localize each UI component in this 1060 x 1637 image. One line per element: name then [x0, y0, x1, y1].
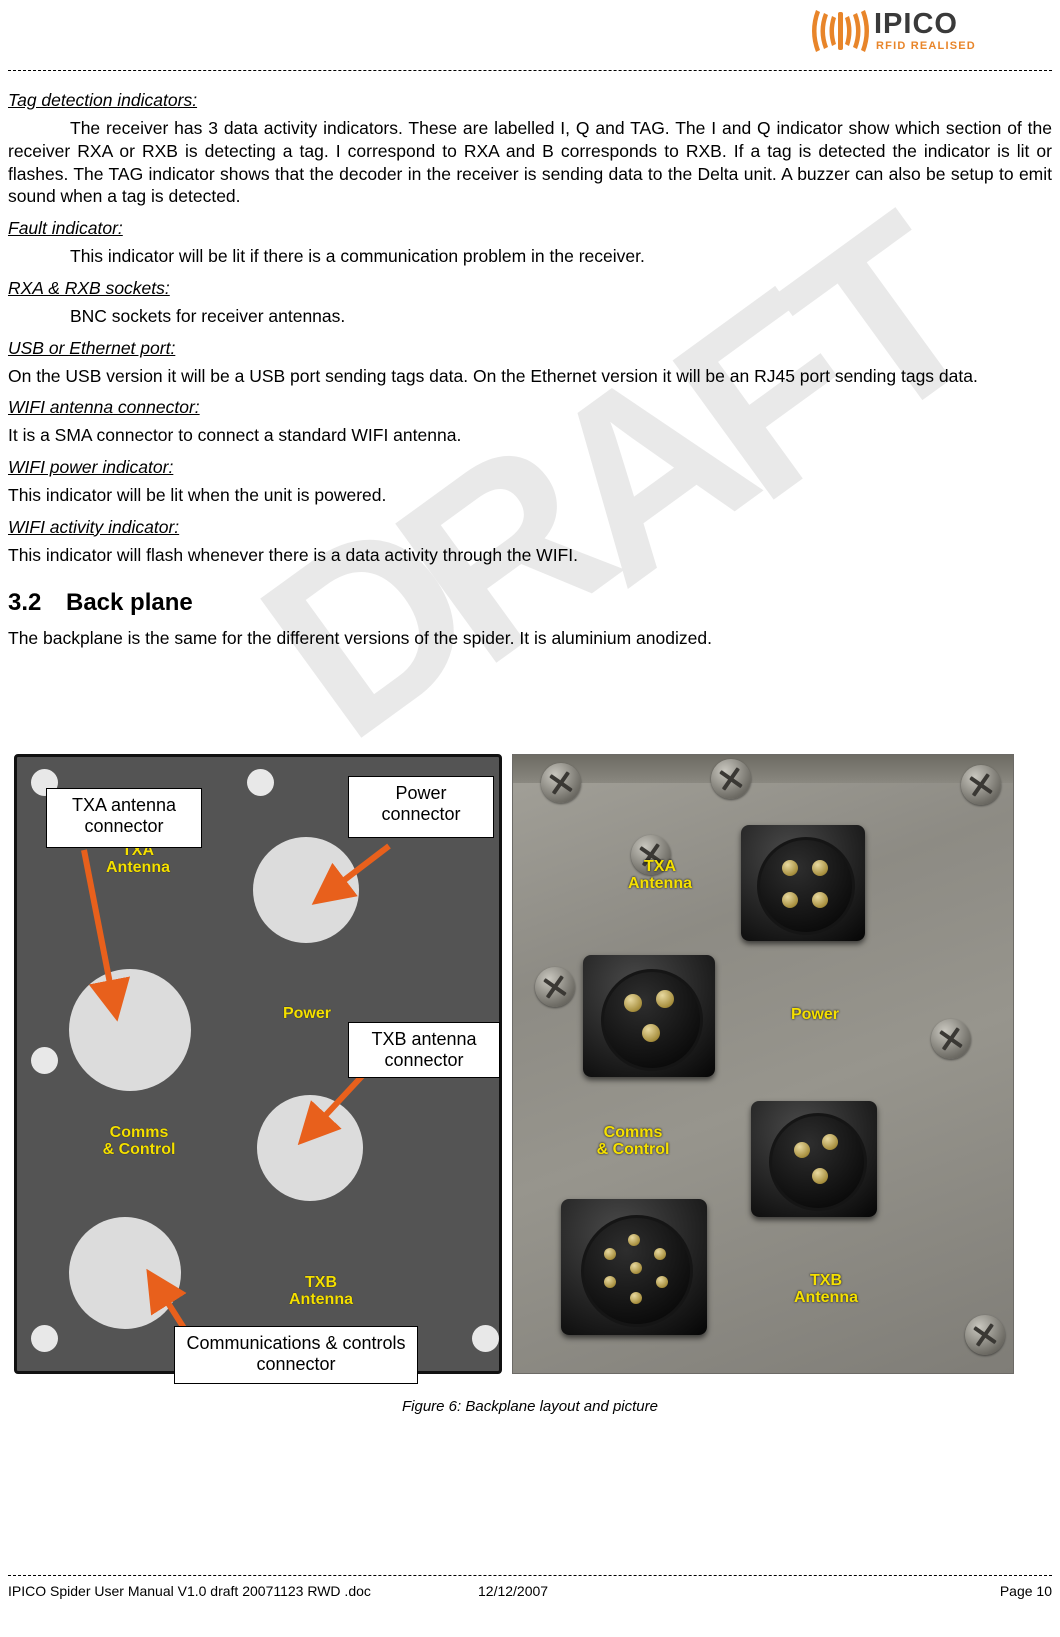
photo-connector-power — [583, 955, 715, 1077]
panel-screw-bottom-left — [31, 1325, 58, 1352]
pin — [812, 1168, 828, 1184]
photo-connector-comms-body — [581, 1215, 693, 1327]
pin — [642, 1024, 660, 1042]
pin — [822, 1134, 838, 1150]
photo-connector-power-body — [601, 969, 703, 1071]
figure-caption: Figure 6: Backplane layout and picture — [402, 1398, 658, 1415]
document-body: Tag detection indicators: The receiver h… — [8, 80, 1052, 657]
pin — [604, 1248, 616, 1260]
document-page: IPICO RFID REALISED D R A F T Tag detect… — [0, 0, 1060, 1637]
photo-screw-top-mid — [711, 759, 751, 799]
footer-date: 12/12/2007 — [478, 1583, 549, 1599]
heading-wifi-power-indicator: WIFI power indicator: — [8, 457, 174, 477]
hole-txa-antenna — [69, 969, 191, 1091]
paragraph-wifi-antenna-connector: It is a SMA connector to connect a stand… — [8, 425, 462, 446]
pin — [782, 860, 798, 876]
section-number: 3.2 — [8, 588, 42, 616]
heading-fault-indicator: Fault indicator: — [8, 218, 123, 238]
section-title: Back plane — [66, 588, 193, 616]
diagram-label-comms-control: Comms & Control — [102, 1124, 176, 1158]
callout-txa-antenna-connector: TXA antenna connector — [46, 788, 202, 848]
paragraph-usb-ethernet-port: On the USB version it will be a USB port… — [8, 365, 978, 386]
page-header: IPICO RFID REALISED — [0, 0, 1060, 72]
pin — [624, 994, 642, 1012]
footer-page-number: Page 10 — [999, 1583, 1052, 1599]
heading-wifi-antenna-connector: WIFI antenna connector: — [8, 397, 200, 418]
pin — [628, 1234, 640, 1246]
photo-connector-txa-antenna — [741, 825, 865, 941]
paragraph-wifi-power-indicator: This indicator will be lit when the unit… — [8, 485, 387, 505]
heading-usb-ethernet-port: USB or Ethernet port: — [8, 337, 176, 358]
backplane-photo: TXA Antenna Power Comms & Control TXB An… — [512, 754, 1014, 1374]
photo-label-txa-antenna: TXA Antenna — [628, 858, 692, 892]
pin — [812, 860, 828, 876]
footer-divider — [8, 1575, 1052, 1576]
photo-screw-top-left — [541, 763, 581, 803]
diagram-label-txa-antenna: TXA Antenna — [106, 842, 170, 876]
pin — [630, 1292, 642, 1304]
section-heading-back-plane: 3.2 Back plane — [8, 589, 1052, 617]
hole-power — [253, 837, 359, 943]
callout-txb-antenna-connector: TXB antenna connector — [348, 1022, 500, 1078]
pin — [812, 892, 828, 908]
pin — [604, 1276, 616, 1288]
panel-screw-top-mid — [247, 769, 274, 796]
callout-power-connector: Power connector — [348, 776, 494, 838]
page-footer: IPICO Spider User Manual V1.0 draft 2007… — [8, 1575, 1052, 1615]
photo-screw-mid-right — [931, 1019, 971, 1059]
photo-screw-bottom-right — [965, 1315, 1005, 1355]
photo-connector-comms-control — [561, 1199, 707, 1335]
photo-screw-top-right — [961, 765, 1001, 805]
heading-wifi-activity-indicator: WIFI activity indicator: — [8, 516, 180, 537]
hole-txb-antenna — [257, 1095, 363, 1201]
photo-label-comms-control: Comms & Control — [596, 1124, 670, 1158]
logo-tagline: RFID REALISED — [876, 40, 976, 52]
paragraph-tag-detection-indicators: The receiver has 3 data activity indicat… — [8, 118, 1052, 207]
ipico-logo: IPICO RFID REALISED — [812, 8, 1012, 60]
pin — [794, 1142, 810, 1158]
callout-comms-controls-connector: Communications & controls connector — [174, 1326, 418, 1384]
pin — [630, 1262, 642, 1274]
pin — [782, 892, 798, 908]
figure-backplane: TXA Antenna Power Comms & Control TXB An… — [14, 754, 1014, 1384]
photo-label-power: Power — [790, 1006, 839, 1023]
pin — [656, 1276, 668, 1288]
panel-screw-mid-left — [31, 1047, 58, 1074]
heading-tag-detection-indicators: Tag detection indicators: — [8, 90, 198, 110]
photo-screw-mid-left — [535, 967, 575, 1007]
footer-document-name: IPICO Spider User Manual V1.0 draft 2007… — [8, 1583, 371, 1599]
pin — [654, 1248, 666, 1260]
panel-screw-bottom-right — [472, 1325, 499, 1352]
photo-connector-txb-body — [769, 1113, 867, 1211]
pin — [656, 990, 674, 1008]
logo-wordmark: IPICO — [874, 8, 958, 40]
header-divider — [8, 70, 1052, 71]
photo-top-edge — [513, 755, 1013, 783]
photo-connector-txb-antenna — [751, 1101, 877, 1217]
hole-comms-control — [69, 1217, 181, 1329]
paragraph-fault-indicator: This indicator will be lit if there is a… — [70, 246, 645, 266]
heading-rxa-rxb-sockets: RXA & RXB sockets: — [8, 277, 170, 298]
photo-label-txb-antenna: TXB Antenna — [794, 1272, 858, 1306]
paragraph-rxa-rxb-sockets: BNC sockets for receiver antennas. — [70, 305, 346, 326]
paragraph-back-plane: The backplane is the same for the differ… — [8, 627, 712, 648]
diagram-label-txb-antenna: TXB Antenna — [289, 1274, 353, 1308]
diagram-label-power: Power — [282, 1005, 331, 1022]
photo-connector-txa-body — [757, 837, 855, 935]
paragraph-wifi-activity-indicator: This indicator will flash whenever there… — [8, 544, 578, 565]
signal-burst-icon — [812, 10, 869, 52]
